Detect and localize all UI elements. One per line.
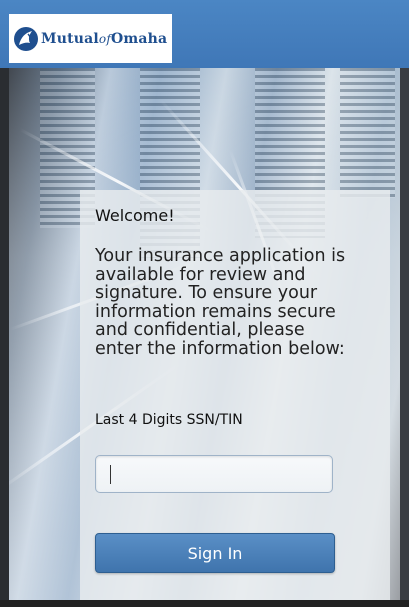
left-shadow xyxy=(0,68,9,607)
welcome-heading: Welcome! xyxy=(95,206,175,225)
ssn-field-label: Last 4 Digits SSN/TIN xyxy=(95,412,243,428)
app-screen: MutualofOmaha Welcome! Your insurance ap… xyxy=(0,0,409,607)
sign-in-button[interactable]: Sign In xyxy=(95,533,335,573)
text-cursor xyxy=(110,465,111,484)
right-shadow xyxy=(400,68,409,607)
ssn-input[interactable] xyxy=(95,455,333,493)
company-logo: MutualofOmaha xyxy=(9,14,172,63)
bottom-edge xyxy=(0,600,409,607)
logo-wordmark: MutualofOmaha xyxy=(41,30,168,47)
indian-head-icon xyxy=(14,26,38,51)
intro-text: Your insurance application is available … xyxy=(95,246,346,359)
header-bar: MutualofOmaha xyxy=(0,0,409,68)
